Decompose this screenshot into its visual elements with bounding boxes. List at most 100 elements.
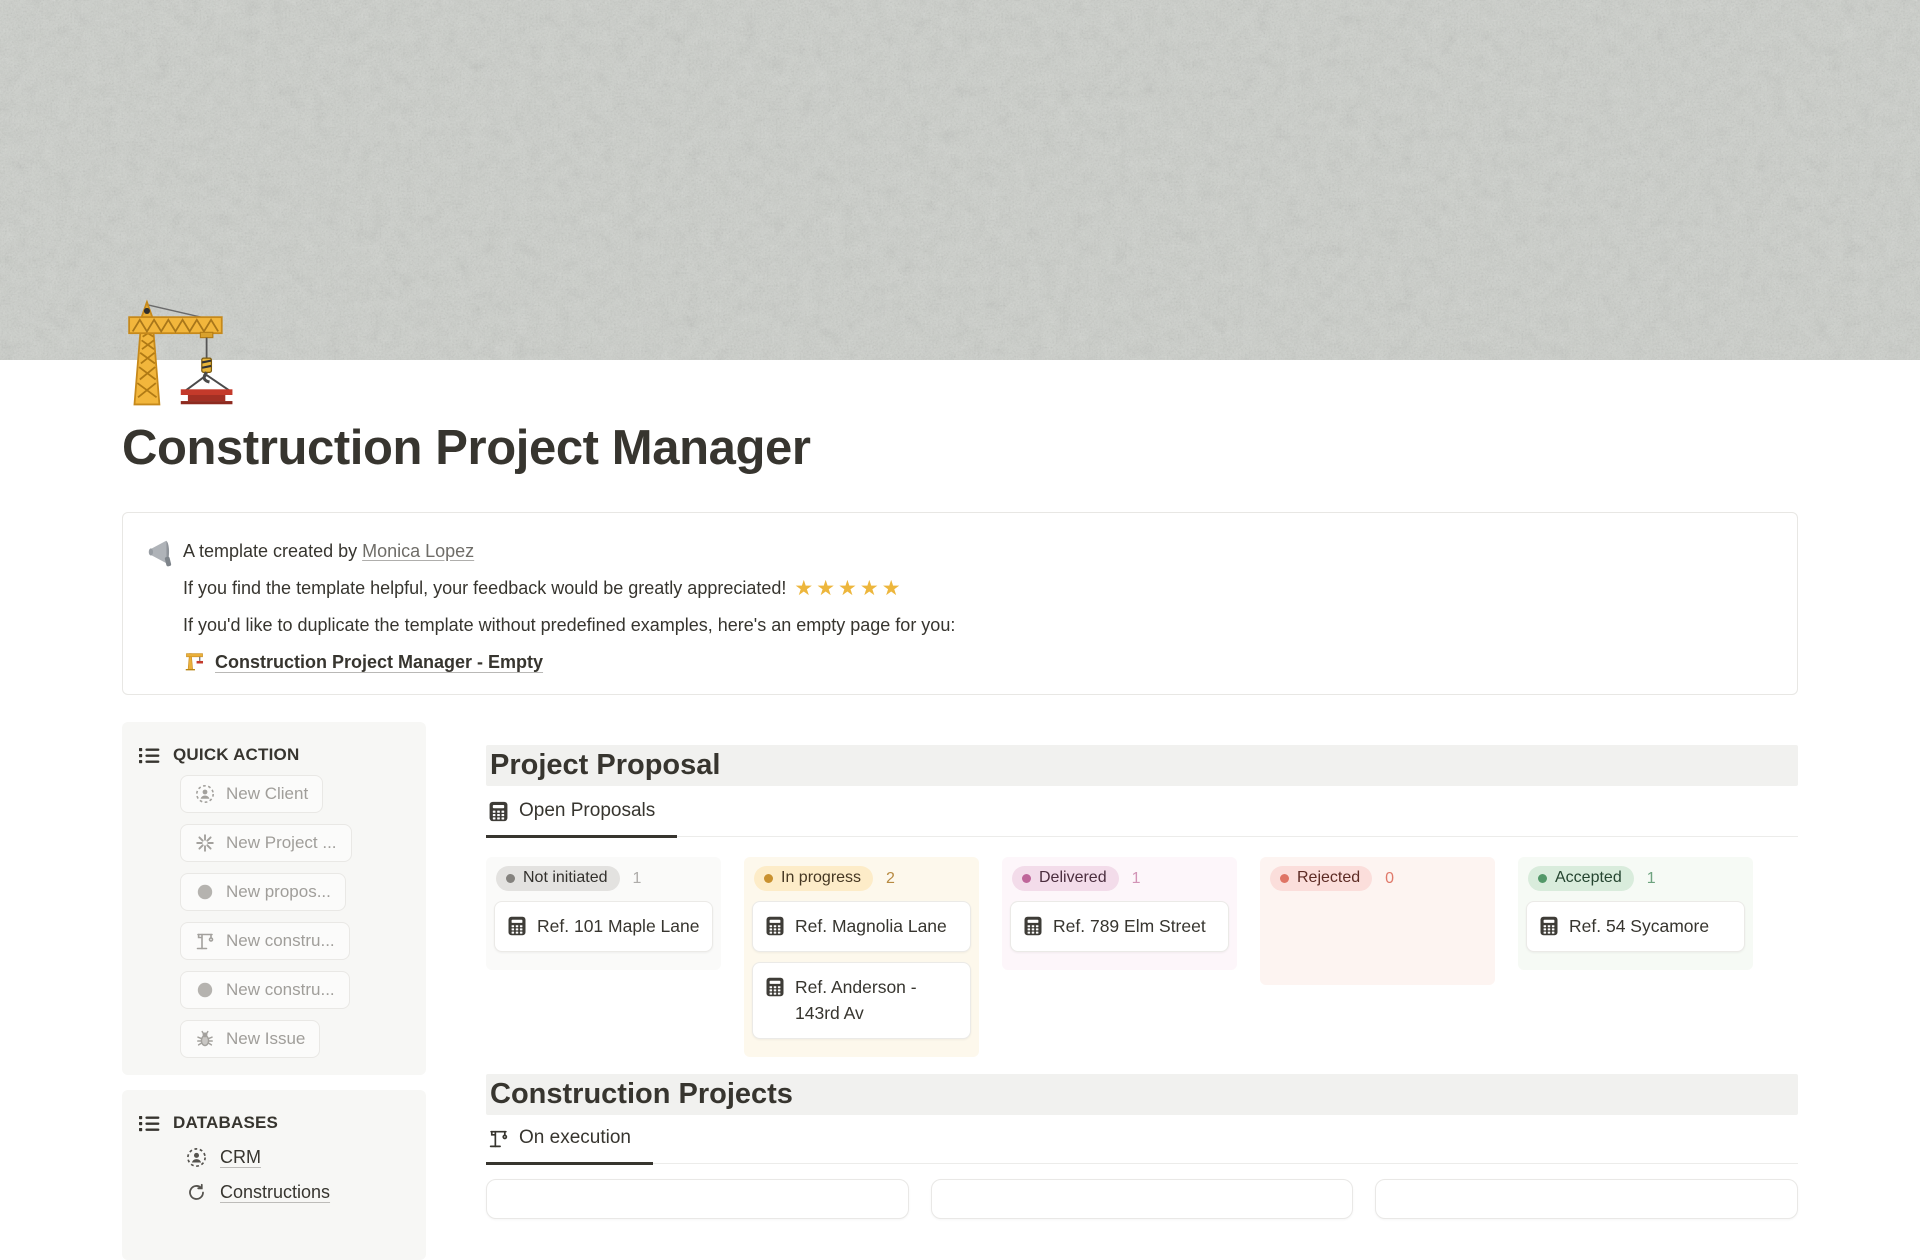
kanban-column-in-progress: In progress 2 Ref. Magnolia Lane Ref. An… <box>744 857 979 1057</box>
callout-line-empty-page: Construction Project Manager - Empty <box>183 644 1771 681</box>
quick-action-buttons: New Client New Project ... New propos...… <box>180 775 426 1058</box>
calculator-icon <box>1023 916 1043 936</box>
quick-action-header: QUICK ACTION <box>122 722 426 765</box>
callout-line-feedback: If you find the template helpful, your f… <box>183 570 1771 607</box>
project-card[interactable] <box>486 1179 909 1219</box>
proposal-card[interactable]: Ref. 789 Elm Street <box>1010 901 1229 952</box>
kanban-column-not-initiated: Not initiated 1 Ref. 101 Maple Lane <box>486 857 721 970</box>
card-title: Ref. Anderson - 143rd Av <box>795 975 917 1026</box>
main-content: Project Proposal Open Proposals Not init… <box>486 745 1798 1219</box>
new-construction-2-label: New constru... <box>226 980 335 1000</box>
card-title: Ref. Magnolia Lane <box>795 914 947 939</box>
new-issue-button[interactable]: New Issue <box>180 1020 320 1058</box>
proposal-card[interactable]: Ref. Anderson - 143rd Av <box>752 962 971 1039</box>
empty-page-link[interactable]: Construction Project Manager - Empty <box>183 652 543 672</box>
proposal-card[interactable]: Ref. Magnolia Lane <box>752 901 971 952</box>
crane-icon <box>195 931 215 951</box>
column-header: In progress 2 <box>752 866 971 901</box>
page-title: Construction Project Manager <box>122 420 811 476</box>
building-construction-icon <box>122 294 236 408</box>
status-pill-delivered[interactable]: Delivered <box>1012 866 1119 891</box>
projects-cards-row <box>486 1179 1798 1219</box>
person-icon <box>186 1147 207 1168</box>
empty-page-link-label: Construction Project Manager - Empty <box>215 652 543 672</box>
column-header: Not initiated 1 <box>494 866 713 901</box>
kanban-column-rejected: Rejected 0 <box>1260 857 1495 985</box>
megaphone-icon <box>146 536 180 570</box>
bug-icon <box>195 1029 215 1049</box>
column-header: Delivered 1 <box>1010 866 1229 901</box>
card-title: Ref. 789 Elm Street <box>1053 914 1206 939</box>
status-pill-in-progress[interactable]: In progress <box>754 866 873 891</box>
new-client-label: New Client <box>226 784 308 804</box>
cover-image <box>0 0 1920 360</box>
calculator-icon <box>765 977 785 997</box>
new-construction-button[interactable]: New constru... <box>180 922 350 960</box>
column-count: 1 <box>633 870 642 888</box>
refresh-icon <box>186 1182 207 1203</box>
project-card[interactable] <box>1375 1179 1798 1219</box>
status-label: In progress <box>781 869 861 887</box>
calculator-icon <box>1539 916 1559 936</box>
new-construction-label: New constru... <box>226 931 335 951</box>
section-heading-project-proposal: Project Proposal <box>486 745 1798 786</box>
circle-icon <box>195 980 215 1000</box>
quick-action-panel: QUICK ACTION New Client New Project ... … <box>122 722 426 1075</box>
star-rating-icons: ★★★★★ <box>794 577 903 600</box>
burst-icon <box>195 833 215 853</box>
quick-action-title: QUICK ACTION <box>173 745 299 765</box>
constructions-link-label: Constructions <box>220 1182 330 1203</box>
card-title: Ref. 54 Sycamore <box>1569 914 1709 939</box>
new-construction-2-button[interactable]: New constru... <box>180 971 350 1009</box>
circle-icon <box>195 882 215 902</box>
column-header: Rejected 0 <box>1268 866 1487 901</box>
databases-panel: DATABASES CRM Constructions <box>122 1090 426 1260</box>
status-pill-rejected[interactable]: Rejected <box>1270 866 1372 891</box>
proposal-card[interactable]: Ref. 54 Sycamore <box>1526 901 1745 952</box>
kanban-column-accepted: Accepted 1 Ref. 54 Sycamore <box>1518 857 1753 970</box>
feedback-text: If you find the template helpful, your f… <box>183 578 786 598</box>
new-project-label: New Project ... <box>226 833 337 853</box>
toggle-list-icon <box>139 747 160 764</box>
card-title: Ref. 101 Maple Lane <box>537 914 699 939</box>
created-by-text: A template created by <box>183 541 362 561</box>
status-dot <box>1538 874 1547 883</box>
tab-on-execution[interactable]: On execution <box>486 1127 653 1165</box>
crm-link-label: CRM <box>220 1147 261 1168</box>
column-header: Accepted 1 <box>1526 866 1745 901</box>
tab-open-proposals-label: Open Proposals <box>519 800 655 822</box>
proposals-kanban-board: Not initiated 1 Ref. 101 Maple Lane In p… <box>486 857 1798 1057</box>
tab-open-proposals[interactable]: Open Proposals <box>486 800 677 838</box>
status-dot <box>1022 874 1031 883</box>
person-icon <box>195 784 215 804</box>
template-callout: A template created by Monica Lopez If yo… <box>122 512 1798 695</box>
page-icon-crane[interactable] <box>122 294 236 408</box>
database-link-crm[interactable]: CRM <box>186 1147 261 1168</box>
calculator-icon <box>765 916 785 936</box>
status-pill-accepted[interactable]: Accepted <box>1528 866 1634 891</box>
proposal-card[interactable]: Ref. 101 Maple Lane <box>494 901 713 952</box>
new-proposal-button[interactable]: New propos... <box>180 873 346 911</box>
status-dot <box>506 874 515 883</box>
status-dot <box>1280 874 1289 883</box>
status-label: Accepted <box>1555 869 1622 887</box>
project-card[interactable] <box>931 1179 1354 1219</box>
column-count: 2 <box>886 870 895 888</box>
column-count: 1 <box>1132 870 1141 888</box>
author-link[interactable]: Monica Lopez <box>362 541 474 561</box>
status-label: Delivered <box>1039 869 1107 887</box>
crane-icon <box>488 1128 509 1149</box>
kanban-column-delivered: Delivered 1 Ref. 789 Elm Street <box>1002 857 1237 970</box>
new-client-button[interactable]: New Client <box>180 775 323 813</box>
callout-line-author: A template created by Monica Lopez <box>183 533 1771 570</box>
duplicate-text: If you'd like to duplicate the template … <box>183 615 955 635</box>
new-project-button[interactable]: New Project ... <box>180 824 352 862</box>
projects-tabs-row: On execution <box>486 1115 1798 1164</box>
toggle-list-icon <box>139 1115 160 1132</box>
database-link-constructions[interactable]: Constructions <box>186 1182 330 1203</box>
databases-header: DATABASES <box>122 1090 426 1133</box>
new-issue-label: New Issue <box>226 1029 305 1049</box>
status-pill-not-initiated[interactable]: Not initiated <box>496 866 620 891</box>
tab-on-execution-label: On execution <box>519 1127 631 1149</box>
column-count: 1 <box>1647 870 1656 888</box>
